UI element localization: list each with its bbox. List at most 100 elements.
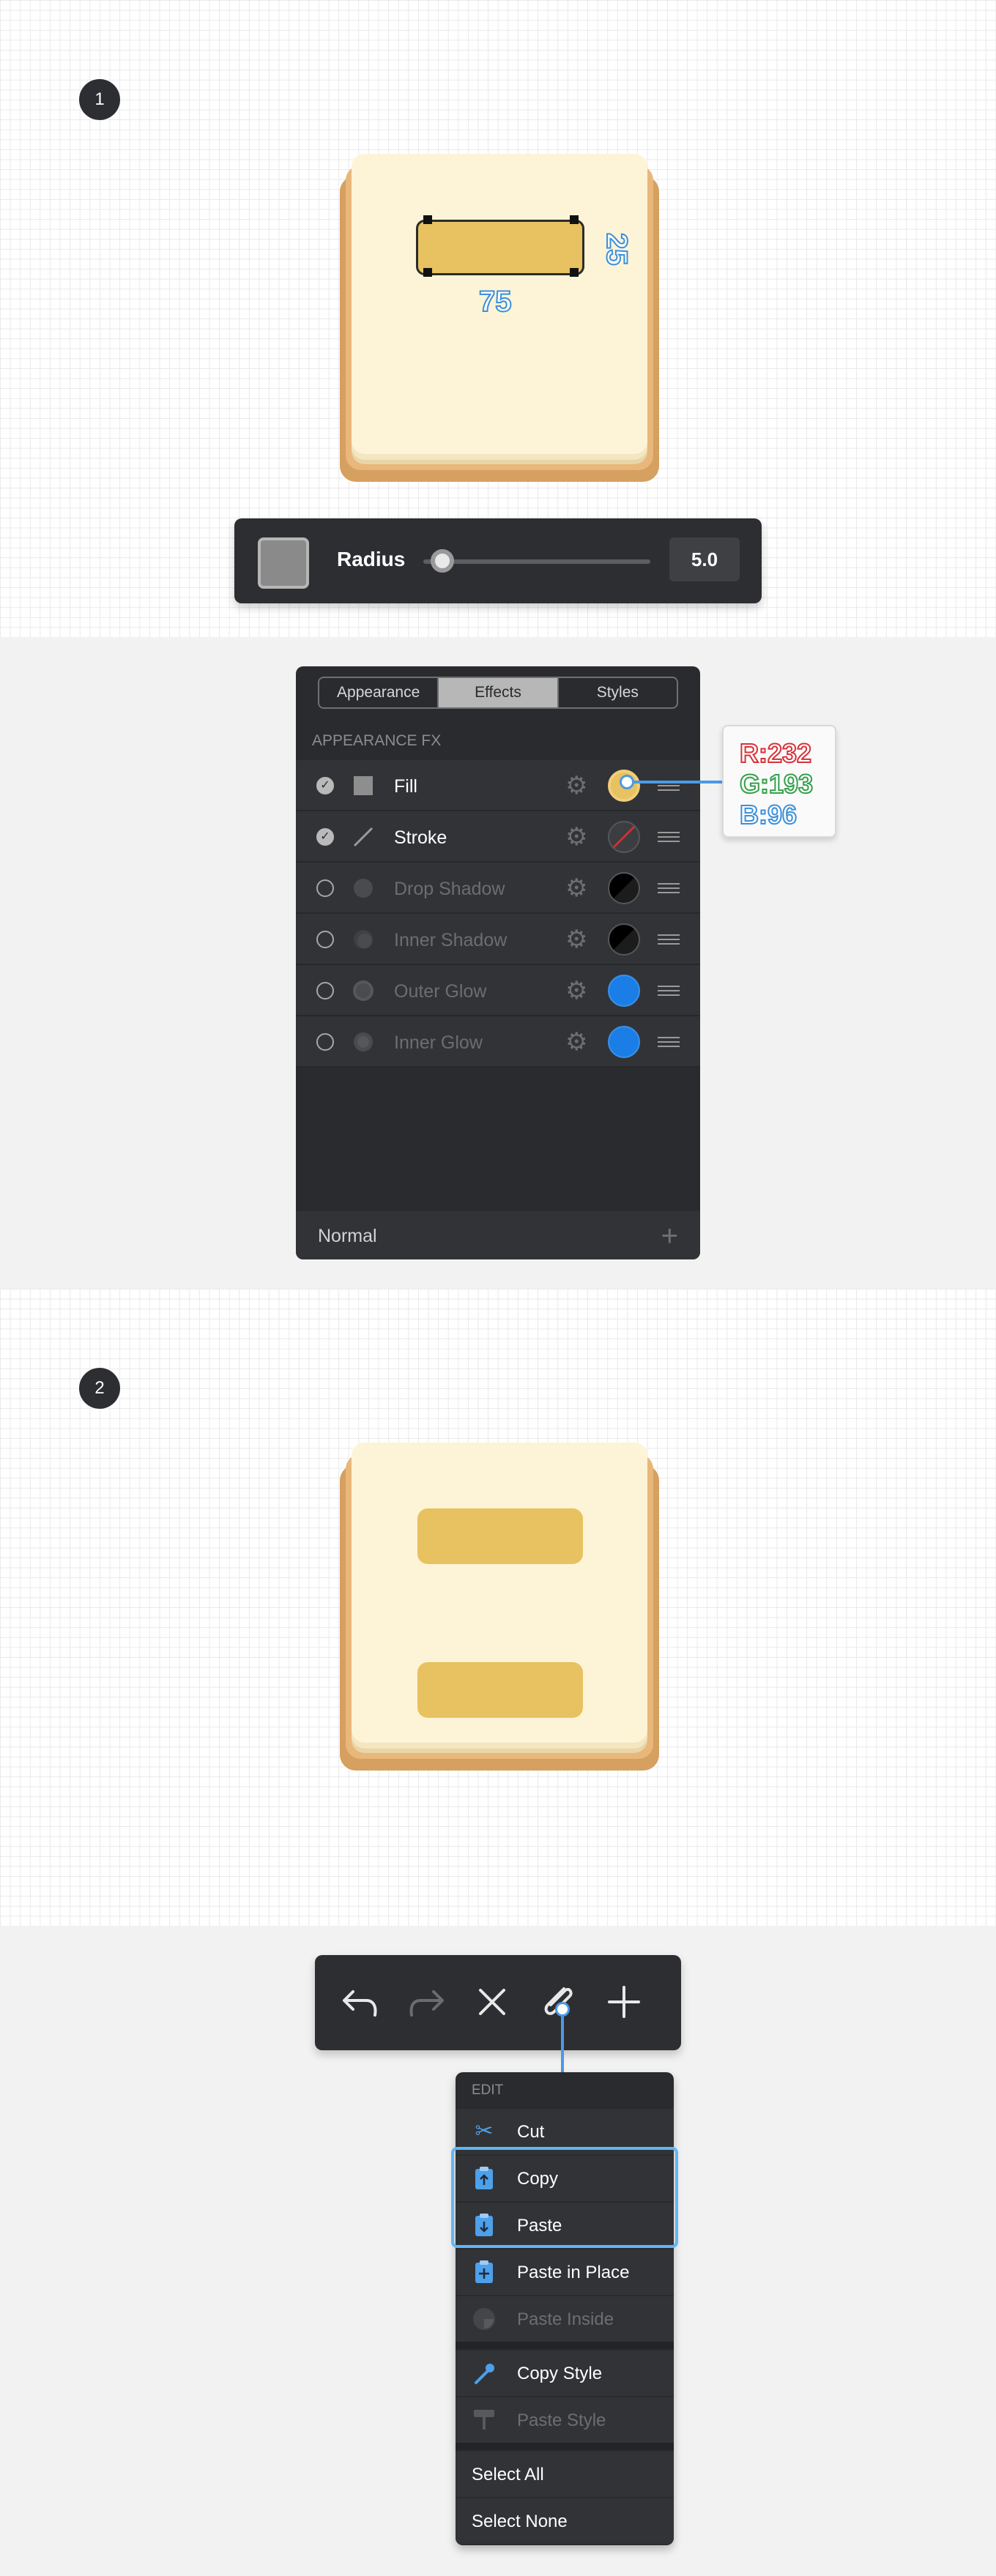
scissors-icon: ✂ [475,2119,494,2143]
height-dimension-label: 25 [600,232,633,267]
radius-slider-track[interactable] [423,559,650,564]
check-icon[interactable]: ✓ [316,828,334,846]
undo-icon[interactable] [338,1980,382,2024]
effect-row-inner-shadow[interactable]: Inner Shadow ⚙ [296,914,700,965]
width-dimension-label: 75 [478,285,512,319]
menu-item-label: Paste in Place [517,2263,630,2282]
stroke-color-swatch[interactable] [608,821,640,853]
paint-roller-icon [472,2408,497,2432]
drag-handle-icon[interactable] [658,986,680,996]
appearance-panel: Appearance Effects Styles APPEARANCE FX … [296,666,700,1259]
circle-icon [352,1030,375,1054]
menu-callout-line [561,2008,564,2074]
radius-panel: Radius 5.0 [234,518,762,603]
circle-icon [352,979,375,1002]
blue-value: B:96 [739,799,798,830]
rgb-callout-dot [620,775,634,789]
panel-tabs: Appearance Effects Styles [318,677,678,709]
close-icon[interactable] [470,1980,514,2024]
drag-handle-icon[interactable] [658,934,680,945]
menu-callout-dot [555,2002,570,2017]
section-header: APPEARANCE FX [312,732,442,749]
drag-handle-icon[interactable] [658,1037,680,1047]
gear-icon[interactable]: ⚙ [565,876,587,901]
circle-icon [472,2307,497,2331]
square-icon [352,774,375,797]
tab-appearance[interactable]: Appearance [319,678,439,707]
effect-row-drop-shadow[interactable]: Drop Shadow ⚙ [296,863,700,914]
rgb-callout-line [627,781,724,783]
step-badge-1: 1 [79,79,120,120]
gear-icon[interactable]: ⚙ [565,927,587,952]
effect-row-stroke[interactable]: ✓ Stroke ⚙ [296,811,700,863]
selected-rectangle[interactable] [416,220,584,275]
radius-slider-thumb[interactable] [431,549,454,573]
red-value: R:232 [739,737,812,769]
tab-effects[interactable]: Effects [439,678,559,707]
note-pad-icon [340,1443,659,1772]
menu-item-paste-inside[interactable]: Paste Inside [456,2296,674,2342]
resize-handle-top-left[interactable] [423,215,432,224]
paperclip-icon[interactable] [536,1980,580,2024]
note-pad-icon [340,154,659,483]
step-badge-2: 2 [79,1368,120,1409]
gear-icon[interactable]: ⚙ [565,978,587,1003]
top-bar-shape[interactable] [417,1508,583,1564]
bottom-bar-shape[interactable] [417,1662,583,1718]
radius-label: Radius [337,548,406,570]
add-effect-icon[interactable]: + [661,1220,678,1253]
menu-item-paste-style[interactable]: Paste Style [456,2397,674,2443]
inner-shadow-color-swatch[interactable] [608,923,640,956]
drag-handle-icon[interactable] [658,832,680,842]
copy-paste-highlight [451,2147,678,2248]
menu-item-label: Cut [517,2122,545,2142]
unchecked-circle-icon[interactable] [316,931,334,948]
menu-item-label: Select None [472,2512,568,2531]
drag-handle-icon[interactable] [658,883,680,893]
eyedropper-icon [472,2361,497,2386]
effects-list: ✓ Fill ⚙ ✓ Stroke ⚙ Drop Shadow ⚙ Inner … [296,760,700,1068]
edit-toolbar [315,1955,681,2050]
clipboard-plus-icon [472,2260,497,2285]
plus-icon[interactable] [602,1980,646,2024]
menu-item-copy-style[interactable]: Copy Style [456,2350,674,2396]
effect-row-outer-glow[interactable]: Outer Glow ⚙ [296,965,700,1016]
effect-label: Inner Shadow [394,930,508,950]
radius-value-field[interactable]: 5.0 [669,537,740,581]
gear-icon[interactable]: ⚙ [565,1030,587,1054]
resize-handle-bottom-left[interactable] [423,268,432,277]
tab-styles[interactable]: Styles [559,678,677,707]
corner-preview-swatch [258,537,309,589]
unchecked-circle-icon[interactable] [316,1033,334,1051]
unchecked-circle-icon[interactable] [316,982,334,999]
resize-handle-top-right[interactable] [570,215,579,224]
menu-item-paste-in-place[interactable]: Paste in Place [456,2249,674,2295]
gear-icon[interactable]: ⚙ [565,824,587,849]
panel-footer: Normal + [296,1211,700,1259]
menu-separator [456,2342,674,2349]
redo-icon[interactable] [404,1980,448,2024]
effect-label: Fill [394,776,417,797]
blend-mode-select[interactable]: Normal [318,1226,377,1247]
gear-icon[interactable]: ⚙ [565,773,587,798]
shadow-color-swatch[interactable] [608,872,640,904]
unchecked-circle-icon[interactable] [316,879,334,897]
outer-glow-color-swatch[interactable] [608,975,640,1007]
rgb-values-card: R:232 G:193 B:96 [722,725,836,838]
menu-item-select-all[interactable]: Select All [456,2452,674,2497]
inner-glow-color-swatch[interactable] [608,1026,640,1058]
edit-menu: EDIT ✂ Cut Copy Paste Paste in Place Pas… [456,2072,674,2545]
green-value: G:193 [739,768,814,800]
effect-label: Outer Glow [394,981,487,1002]
line-icon [352,825,375,849]
circle-icon [352,928,375,951]
menu-item-label: Paste Inside [517,2309,614,2329]
effect-label: Inner Glow [394,1032,483,1053]
menu-item-select-none[interactable]: Select None [456,2498,674,2544]
check-icon[interactable]: ✓ [316,777,334,794]
effect-row-inner-glow[interactable]: Inner Glow ⚙ [296,1016,700,1068]
menu-separator [456,2443,674,2450]
resize-handle-bottom-right[interactable] [570,268,579,277]
effect-label: Stroke [394,827,447,848]
effect-row-fill[interactable]: ✓ Fill ⚙ [296,760,700,811]
